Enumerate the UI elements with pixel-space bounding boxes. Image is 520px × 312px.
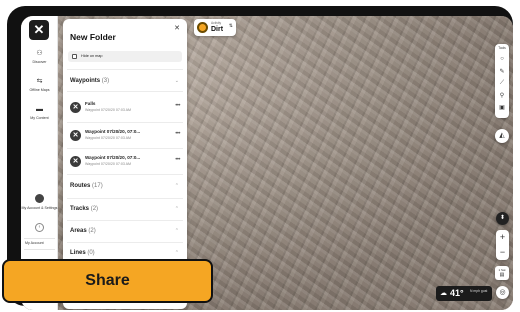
hide-on-map-label: Hide on map (81, 54, 103, 58)
section-routes[interactable]: Routes (17) ⌃ (63, 180, 187, 194)
waypoint-date: Waypoint 07/20/20 07:03 AM (85, 108, 132, 112)
section-count: (2) (90, 206, 99, 212)
section-name: Areas (70, 228, 87, 234)
pencil-icon[interactable]: ✎ (495, 68, 509, 75)
activity-value: Dirt (211, 26, 224, 33)
divider (67, 174, 183, 175)
section-waypoints[interactable]: Waypoints (3) ⌄ (63, 75, 187, 89)
waypoint-name: Waypoint 07/20/20, 07:0... (85, 129, 141, 134)
waypoint-name: Waypoint 07/20/20, 07:0... (85, 155, 141, 160)
section-tracks[interactable]: Tracks (2) ⌃ (63, 203, 187, 217)
divider (24, 249, 55, 250)
divider (67, 220, 183, 221)
list-item[interactable]: ✕ Falls Waypoint 07/20/20 07:03 AM ••• (63, 97, 187, 121)
waypoint-date: Waypoint 07/20/20 07:03 AM (85, 136, 132, 140)
zoom-in-icon[interactable]: + (496, 230, 509, 245)
waypoint-x-icon: ✕ (70, 130, 81, 141)
tools-column: Tools ○ ✎ ⟋ ⚲ ▣ (495, 44, 509, 118)
folder-icon: ▬ (36, 106, 43, 113)
section-count: (17) (92, 183, 103, 189)
list-item[interactable]: ✕ Waypoint 07/20/20, 07:0... Waypoint 07… (63, 125, 187, 149)
ruler-icon[interactable]: ⟋ (495, 80, 509, 87)
zoom-control: + − (496, 230, 509, 260)
section-name: Tracks (70, 206, 90, 212)
temperature: 41° (450, 288, 464, 298)
rail-item-discover[interactable]: ⚇ Discover (21, 50, 58, 64)
section-title: Routes (17) (70, 183, 103, 189)
panel-title: New Folder (70, 32, 116, 42)
chevron-up-icon[interactable]: ⌃ (175, 228, 179, 234)
hide-on-map-toggle[interactable]: Hide on map (68, 51, 182, 62)
close-icon[interactable]: ✕ (29, 20, 49, 40)
my-account-link[interactable]: My Account (25, 241, 44, 245)
zoom-out-icon[interactable]: − (496, 245, 509, 260)
waypoint-date: Waypoint 07/20/20 07:03 AM (85, 162, 132, 166)
locate-icon[interactable]: ◎ (496, 286, 509, 299)
waypoint-name: Falls (85, 101, 96, 106)
divider (67, 69, 183, 70)
section-name: Lines (70, 250, 86, 256)
3d-view-icon[interactable]: ◭ (495, 129, 509, 143)
binoculars-icon: ⚇ (36, 50, 43, 57)
camera-icon[interactable]: ▣ (495, 104, 509, 111)
wind-info: N mph gust (470, 289, 488, 293)
activity-label: Activity (211, 21, 222, 25)
rail-item-label: Offline Maps (29, 88, 50, 92)
divider (67, 122, 183, 123)
layers-button[interactable]: 1 Sat ▤ (495, 266, 509, 280)
chevron-up-icon[interactable]: ⌃ (175, 206, 179, 212)
weather-widget[interactable]: ☁ 41° N mph gust (436, 286, 492, 301)
collapse-icon[interactable]: ‹ (35, 223, 44, 232)
account-settings-label[interactable]: My Account & Settings (21, 206, 58, 211)
divider (24, 238, 55, 239)
section-count: (0) (87, 250, 95, 256)
more-icon[interactable]: ••• (175, 103, 180, 109)
chevron-up-icon[interactable]: ⌃ (175, 250, 179, 256)
waypoint-x-icon: ✕ (70, 102, 81, 113)
pin-icon[interactable]: ⚲ (495, 92, 509, 99)
share-button[interactable]: Share (2, 259, 213, 303)
avatar[interactable] (35, 194, 44, 203)
rail-item-label: Discover (32, 60, 47, 64)
section-title: Tracks (2) (70, 206, 98, 212)
section-title: Areas (2) (70, 228, 96, 234)
section-count: (3) (101, 78, 110, 84)
more-icon[interactable]: ••• (175, 157, 180, 163)
offline-maps-icon: ⇆ (36, 78, 43, 85)
more-icon[interactable]: ••• (175, 131, 180, 137)
section-areas[interactable]: Areas (2) ⌃ (63, 225, 187, 239)
chevron-up-icon[interactable]: ⌃ (175, 183, 179, 189)
cloud-icon: ☁ (440, 290, 447, 297)
divider (67, 148, 183, 149)
checkbox[interactable] (72, 54, 77, 59)
divider (67, 242, 183, 243)
activity-icon (197, 22, 208, 33)
tools-label: Tools (498, 46, 506, 50)
swap-icon[interactable]: ⇅ (229, 23, 233, 29)
section-count: (2) (88, 228, 96, 234)
section-title: Waypoints (3) (70, 78, 109, 84)
compass-icon[interactable]: ⬍ (496, 212, 509, 225)
list-item[interactable]: ✕ Waypoint 07/20/20, 07:0... Waypoint 07… (63, 151, 187, 175)
divider (67, 198, 183, 199)
rail-item-offline-maps[interactable]: ⇆ Offline Maps (21, 78, 58, 92)
section-name: Waypoints (70, 78, 101, 84)
close-panel-icon[interactable]: ✕ (174, 24, 180, 32)
activity-chip[interactable]: Activity Dirt ⇅ (194, 19, 236, 36)
waypoint-x-icon: ✕ (70, 156, 81, 167)
rail-item-label: My Content (30, 116, 49, 120)
chevron-down-icon[interactable]: ⌄ (175, 78, 179, 84)
layers-icon: ▤ (499, 272, 505, 278)
section-name: Routes (70, 183, 91, 189)
section-title: Lines (0) (70, 250, 95, 256)
circle-icon[interactable]: ○ (495, 56, 509, 62)
divider (67, 91, 183, 92)
rail-item-my-content[interactable]: ▬ My Content (21, 106, 58, 120)
